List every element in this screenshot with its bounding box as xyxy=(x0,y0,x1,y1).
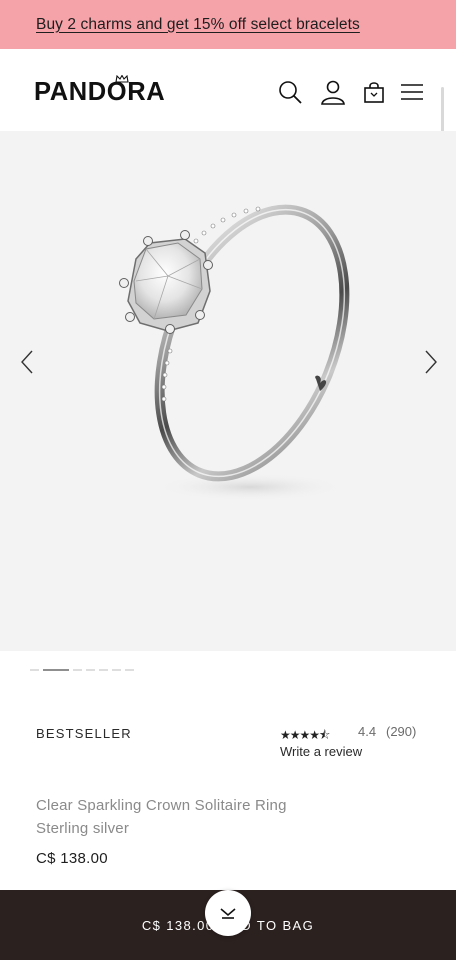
carousel-dot[interactable] xyxy=(112,669,121,671)
search-icon[interactable] xyxy=(277,79,303,105)
carousel-indicator xyxy=(0,651,456,689)
product-gallery[interactable] xyxy=(0,131,456,651)
rating-value: 4.4 xyxy=(358,724,377,739)
product-material: Sterling silver xyxy=(36,820,130,837)
collapse-button[interactable] xyxy=(205,890,251,936)
chevron-right-icon[interactable] xyxy=(418,347,442,377)
product-rating[interactable]: ★★★★⯪ 4.4 (290) xyxy=(280,724,430,742)
bestseller-badge: BESTSELLER xyxy=(36,726,132,741)
promo-banner: Buy 2 charms and get 15% off select brac… xyxy=(0,0,456,49)
bag-icon[interactable] xyxy=(361,79,387,105)
chevron-down-icon xyxy=(220,908,236,919)
chevron-left-icon[interactable] xyxy=(16,347,40,377)
account-icon[interactable] xyxy=(320,79,346,105)
add-to-bag-price: C$ 138.00 xyxy=(141,917,215,933)
ring-photo xyxy=(119,204,350,501)
rating-count: (290) xyxy=(386,724,417,739)
crown-icon xyxy=(115,75,129,83)
product-name: Clear Sparkling Crown Solitaire Ring xyxy=(36,797,287,814)
promo-link[interactable]: Buy 2 charms and get 15% off select brac… xyxy=(36,16,360,34)
product-price: C$ 138.00 xyxy=(36,850,108,867)
site-header: PANDORA xyxy=(0,49,456,187)
carousel-dot[interactable] xyxy=(125,669,134,671)
carousel-dot[interactable] xyxy=(30,669,39,671)
carousel-dot[interactable] xyxy=(86,669,95,671)
carousel-dot-active[interactable] xyxy=(43,669,69,671)
pandora-logo[interactable]: PANDORA xyxy=(34,75,165,109)
write-review-link[interactable]: Write a review xyxy=(280,744,362,759)
carousel-dot[interactable] xyxy=(73,669,82,671)
carousel-dot[interactable] xyxy=(99,669,108,671)
menu-icon[interactable] xyxy=(399,79,425,105)
